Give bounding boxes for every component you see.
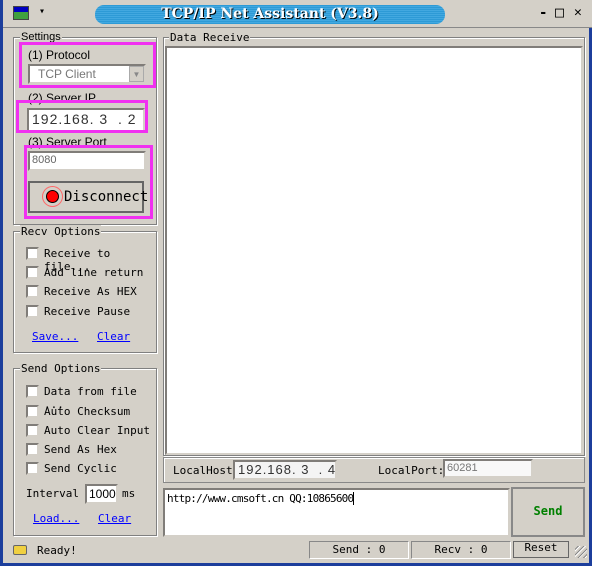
- localhost-field: 192.168. 3 . 4: [233, 460, 337, 480]
- interval-label: Interval: [26, 487, 79, 500]
- send-button[interactable]: Send: [511, 487, 585, 537]
- send-clear-link[interactable]: Clear: [98, 512, 131, 525]
- add-line-return-label: Add line return: [44, 266, 144, 279]
- auto-clear-input-label: Auto Clear Input: [44, 424, 150, 437]
- recv-clear-link[interactable]: Clear: [97, 330, 130, 343]
- interval-unit: ms: [122, 487, 136, 500]
- status-text: Ready!: [37, 544, 77, 557]
- interval-input[interactable]: 1000: [85, 484, 118, 504]
- add-line-return-checkbox[interactable]: [26, 266, 39, 279]
- receive-pause-label: Receive Pause: [44, 305, 131, 318]
- receive-as-hex-label: Receive As HEX: [44, 285, 137, 298]
- send-input[interactable]: http://www.cmsoft.cn QQ:10865600: [163, 488, 510, 537]
- reset-button[interactable]: Reset: [513, 541, 569, 558]
- send-as-hex-checkbox[interactable]: [26, 443, 39, 456]
- send-count-text: Send : 0: [332, 543, 386, 556]
- recv-count-text: Recv : 0: [434, 543, 488, 556]
- localhost-label: LocalHost:: [173, 464, 240, 477]
- send-cyclic-label: Send Cyclic: [44, 462, 117, 475]
- highlight-port-connect: [24, 145, 153, 219]
- app-icon[interactable]: [13, 6, 29, 20]
- resize-grip-icon[interactable]: [575, 546, 587, 558]
- app-window: ▾ TCP/IP Net Assistant (V3.8) - □ ✕ Sett…: [0, 0, 592, 566]
- send-button-label: Send: [533, 504, 563, 518]
- send-input-text: http://www.cmsoft.cn QQ:10865600: [167, 492, 354, 505]
- receive-to-file-checkbox[interactable]: [26, 247, 39, 260]
- send-cyclic-checkbox[interactable]: [26, 462, 39, 475]
- recv-options-group: Recv Options Receive to file... Add line…: [13, 225, 157, 353]
- highlight-protocol: [19, 42, 156, 88]
- send-options-group: Send Options Data from file ... Auto Che…: [13, 362, 157, 536]
- recv-count: Recv : 0: [411, 541, 511, 559]
- load-link[interactable]: Load...: [33, 512, 79, 525]
- title-bar: ▾ TCP/IP Net Assistant (V3.8) - □ ✕: [3, 0, 592, 28]
- send-as-hex-label: Send As Hex: [44, 443, 117, 456]
- auto-clear-input-checkbox[interactable]: [26, 424, 39, 437]
- window-title: TCP/IP Net Assistant (V3.8): [95, 5, 445, 24]
- close-button[interactable]: ✕: [574, 5, 582, 20]
- minimize-button[interactable]: -: [539, 5, 547, 21]
- send-count: Send : 0: [309, 541, 409, 559]
- local-info-bar: LocalHost: 192.168. 3 . 4 LocalPort: 602…: [163, 457, 585, 483]
- system-menu-arrow[interactable]: ▾: [39, 6, 45, 17]
- recv-options-label: Recv Options: [20, 225, 102, 238]
- maximize-button[interactable]: □: [555, 3, 564, 21]
- save-link[interactable]: Save...: [32, 330, 78, 343]
- receive-pause-checkbox[interactable]: [26, 305, 39, 318]
- send-options-label: Send Options: [20, 362, 102, 375]
- data-receive-label: Data Receive: [169, 31, 251, 44]
- auto-checksum-checkbox[interactable]: [26, 405, 39, 418]
- localport-label: LocalPort:: [378, 464, 445, 477]
- status-icon: [13, 545, 27, 555]
- data-from-file-checkbox[interactable]: [26, 385, 39, 398]
- data-receive-group: Data Receive: [163, 31, 585, 456]
- reset-label: Reset: [524, 541, 558, 554]
- highlight-server-ip: [16, 100, 148, 133]
- receive-as-hex-checkbox[interactable]: [26, 285, 39, 298]
- auto-checksum-label: Auto Checksum: [44, 405, 131, 418]
- localport-field: 60281: [443, 459, 533, 478]
- receive-textarea[interactable]: [165, 46, 583, 455]
